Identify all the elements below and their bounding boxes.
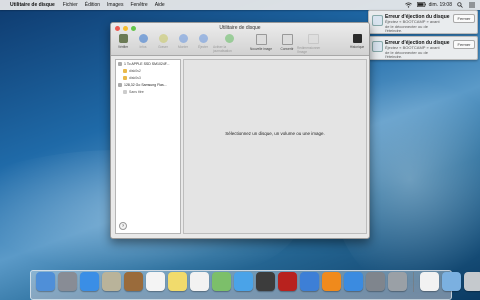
new-image-button[interactable]: Nouvelle image	[245, 34, 277, 54]
notification-center-icon[interactable]	[469, 2, 476, 8]
battery-icon[interactable]	[416, 2, 426, 8]
burn-button[interactable]: Graver	[153, 34, 173, 54]
microscope-icon	[118, 34, 128, 43]
notification-body: Éjectez « BOOTCAMP » avant de le déconne…	[385, 19, 440, 33]
close-notification-button[interactable]: Fermer	[453, 40, 475, 49]
maps-icon[interactable]	[212, 272, 231, 291]
status-area: dim. 19:08	[404, 2, 480, 8]
facetime-icon[interactable]	[256, 272, 275, 291]
resize-image-button[interactable]: Redimensionner l'image	[297, 34, 329, 54]
sidebar-volume-disk0s2[interactable]: disk0s2	[116, 67, 180, 74]
safari-icon[interactable]	[80, 272, 99, 291]
sidebar-disk-samsung-flash[interactable]: 128,32 Go Samsung Flas...	[116, 81, 180, 88]
mount-icon	[178, 34, 188, 43]
enable-journaling-button[interactable]: Activer la journalisation	[213, 34, 245, 54]
reminders-icon[interactable]	[190, 272, 209, 291]
volume-icon	[123, 68, 127, 73]
info-icon	[138, 34, 148, 43]
downloads-icon[interactable]	[442, 272, 461, 291]
clock[interactable]: dim. 19:08	[429, 2, 452, 8]
app-menu[interactable]: Utilitaire de disque	[10, 2, 55, 8]
trash-icon[interactable]	[464, 272, 480, 291]
resize-icon	[307, 34, 319, 44]
info-button[interactable]: Infos	[133, 34, 153, 54]
sidebar-volume-disk0s3[interactable]: disk0s3	[116, 74, 180, 81]
burn-icon	[158, 34, 168, 43]
photo-booth-icon[interactable]	[278, 272, 297, 291]
detail-pane: Sélectionnez un disque, un volume ou une…	[183, 59, 367, 234]
dock-separator	[413, 272, 414, 292]
empty-selection-message: Sélectionnez un disque, un volume ou une…	[225, 131, 325, 136]
ibooks-icon[interactable]	[322, 272, 341, 291]
toolbar: Vérifier Infos Graver Monter Éjecter Act…	[113, 34, 367, 54]
log-button[interactable]: Historique	[347, 34, 367, 54]
log-icon	[352, 34, 362, 43]
sidebar-disk-apple-ssd[interactable]: 1 To APPLE SSD SM1024F...	[116, 60, 180, 67]
window-titlebar: Utilitaire de disque Vérifier Infos Grav…	[111, 23, 369, 56]
menu-images[interactable]: Images	[107, 2, 123, 8]
disk-utility-window: Utilitaire de disque Vérifier Infos Grav…	[110, 22, 370, 239]
journal-icon	[224, 34, 234, 43]
system-preferences-icon[interactable]	[366, 272, 385, 291]
disk-sidebar: 1 To APPLE SSD SM1024F... disk0s2 disk0s…	[115, 59, 181, 234]
menu-edition[interactable]: Édition	[85, 2, 100, 8]
menu-bar: Utilitaire de disque Fichier Édition Ima…	[0, 0, 480, 10]
mail-icon[interactable]	[102, 272, 121, 291]
usb-disk-icon	[118, 82, 122, 87]
disk-utility-icon[interactable]	[388, 272, 407, 291]
new-image-icon	[255, 34, 267, 45]
launchpad-icon[interactable]	[58, 272, 77, 291]
disk-utility-icon	[372, 41, 383, 52]
volume-icon	[123, 89, 127, 94]
notes-icon[interactable]	[168, 272, 187, 291]
disk-utility-icon	[372, 15, 383, 26]
notification-body: Éjectez « BOOTCAMP » avant de le déconne…	[385, 45, 440, 59]
spotlight-icon[interactable]	[457, 2, 464, 8]
eject-icon	[198, 34, 208, 43]
wifi-icon[interactable]	[404, 2, 412, 8]
menu-aide[interactable]: Aide	[155, 2, 165, 8]
document-icon[interactable]	[420, 272, 439, 291]
close-notification-button[interactable]: Fermer	[453, 14, 475, 23]
volume-icon	[123, 75, 127, 80]
sidebar-volume-sans-titre[interactable]: Sans titre	[116, 88, 180, 95]
dock-items	[36, 272, 480, 292]
notification-eject-error[interactable]: Erreur d'éjection du disque Éjectez « BO…	[368, 36, 478, 60]
menu-fichier[interactable]: Fichier	[63, 2, 78, 8]
convert-button[interactable]: Convertir	[277, 34, 297, 54]
hard-disk-icon	[118, 61, 122, 66]
verify-button[interactable]: Vérifier	[113, 34, 133, 54]
notification-eject-error[interactable]: Erreur d'éjection du disque Éjectez « BO…	[368, 10, 478, 34]
messages-icon[interactable]	[234, 272, 253, 291]
app-store-icon[interactable]	[344, 272, 363, 291]
itunes-icon[interactable]	[300, 272, 319, 291]
menu-fenetre[interactable]: Fenêtre	[130, 2, 147, 8]
calendar-icon[interactable]	[146, 272, 165, 291]
eject-button[interactable]: Éjecter	[193, 34, 213, 54]
help-button[interactable]: ?	[119, 222, 127, 230]
convert-icon	[281, 34, 293, 45]
window-title: Utilitaire de disque	[219, 25, 261, 31]
finder-icon[interactable]	[36, 272, 55, 291]
mount-button[interactable]: Monter	[173, 34, 193, 54]
contacts-icon[interactable]	[124, 272, 143, 291]
